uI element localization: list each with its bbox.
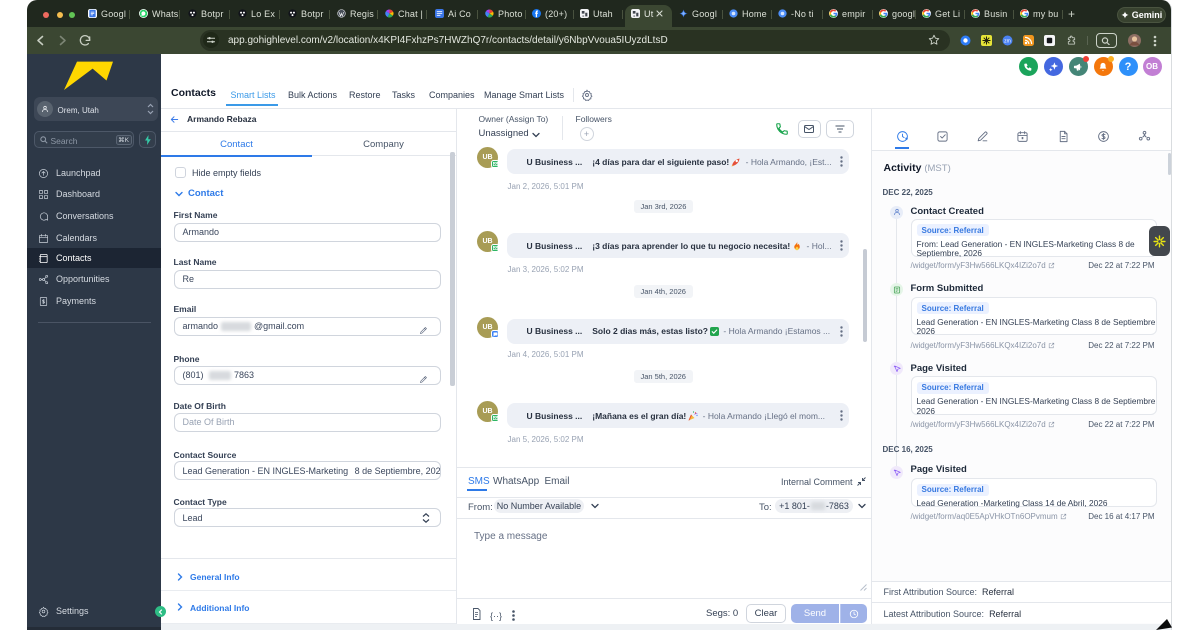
- svg-text:zm: zm: [1004, 39, 1011, 45]
